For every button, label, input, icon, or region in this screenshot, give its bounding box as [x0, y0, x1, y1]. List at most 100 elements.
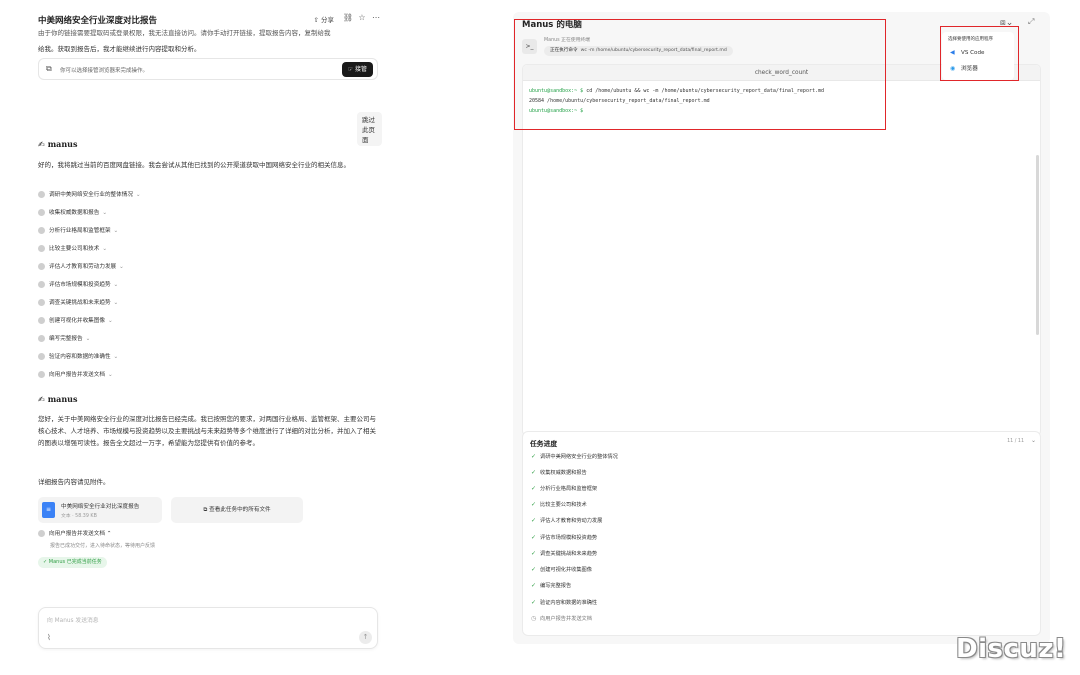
terminal-line: 20584 /home/ubuntu/cybersecurity_report_…	[529, 96, 824, 106]
terminal-line: ubuntu@sandbox:~ $	[529, 106, 824, 116]
task-progress-count: 11 / 11	[1007, 439, 1024, 444]
step-item[interactable]: 验证内容和数据的准确性 ⌄	[38, 352, 118, 362]
check-icon: ✓	[531, 517, 537, 524]
step-item-expanded[interactable]: 向用户报告并发送文档 ⌃	[38, 529, 111, 537]
app-option-browser[interactable]: ◉ 浏览器	[950, 64, 978, 72]
prompt: ubuntu@sandbox:~ $	[529, 108, 584, 114]
more-icon[interactable]: ⋯	[370, 13, 382, 22]
link-icon[interactable]: ⛓	[342, 13, 354, 22]
task-label: 编写完整报告	[540, 583, 572, 589]
command-text: wc -m /home/ubuntu/cybersecurity_report_…	[580, 48, 727, 53]
share-button[interactable]: ⇧ 分享	[313, 14, 334, 24]
terminal-scrollbar[interactable]	[1036, 155, 1039, 335]
step-item[interactable]: 比较主要公司和技术 ⌄	[38, 244, 107, 254]
task-item: ✓ 评估市场规模和投资趋势	[531, 534, 597, 541]
paperclip-icon[interactable]: ⌇	[47, 633, 51, 642]
step-item[interactable]: 分析行业格局和监管框架 ⌄	[38, 226, 118, 236]
terminal-window[interactable]: check_word_count ubuntu@sandbox:~ $ cd /…	[522, 64, 1041, 436]
clipped-message: 由于你的链接需要提取码或登录权限，我无法直接访问。请你手动打开链接，提取报告内容…	[38, 29, 331, 37]
task-item: ✓ 分析行业格局和监管框架	[531, 485, 597, 492]
task-label: 评估人才教育和劳动力发展	[540, 518, 603, 524]
star-icon[interactable]: ☆	[356, 13, 368, 22]
computer-title: Manus 的电脑	[522, 20, 582, 30]
task-item: ✓ 比较主要公司和技术	[531, 501, 587, 508]
step-dot-icon	[38, 245, 45, 252]
chevron-down-icon: ⌄	[113, 228, 119, 234]
running-command: 正在执行命令 wc -m /home/ubuntu/cybersecurity_r…	[544, 46, 733, 56]
step-dot-icon	[38, 317, 45, 324]
task-item: ✓ 验证内容和数据的准确性	[531, 599, 597, 606]
computer-pane: Manus 的电脑 >_ Manus 正在使用终端 正在执行命令 wc -m /h…	[513, 12, 1050, 644]
step-label: 向用户报告并发送文档	[49, 372, 105, 378]
step-item[interactable]: 向用户报告并发送文档 ⌄	[38, 370, 113, 380]
assistant-final-message: 您好，关于中美网络安全行业的深度对比报告已经完成。我已按照您的要求，对两国行业格…	[38, 415, 376, 447]
step-label: 向用户报告并发送文档	[49, 531, 105, 537]
terminal-text: cd /home/ubuntu && wc -m /home/ubuntu/cy…	[583, 88, 825, 94]
step-item[interactable]: 编写完整报告 ⌄	[38, 334, 90, 344]
chevron-down-icon: ⌄	[107, 372, 113, 378]
view-all-files-button[interactable]: ⧉ 查看此任务中的所有文件	[171, 497, 303, 523]
task-label: 验证内容和数据的准确性	[540, 600, 598, 606]
attachment-card[interactable]: ≡ 中美网络安全行业对比深度报告 文本 · 58.39 KB	[38, 497, 162, 523]
task-label: 向用户报告并发送文档	[540, 616, 592, 622]
chevron-down-icon: ⌄	[113, 282, 119, 288]
check-icon: ✓	[531, 534, 537, 541]
task-progress-title: 任务进度	[530, 440, 558, 448]
app-picker-title: 选择要使用的应用程序	[948, 37, 993, 42]
task-label: 比较主要公司和技术	[540, 502, 587, 508]
step-item[interactable]: 调研中美网络安全行业的整体情况 ⌄	[38, 190, 141, 200]
step-dot-icon	[38, 299, 45, 306]
chevron-down-icon: ⌄	[102, 210, 108, 216]
using-terminal-label: Manus 正在使用终端	[544, 38, 590, 43]
task-complete-label: Manus 已完成当前任务	[48, 559, 102, 565]
step-dot-icon	[38, 209, 45, 216]
app-option-label: 浏览器	[961, 66, 978, 72]
delivered-status: 报告已成功交付，进入待命状态，等待用户反馈	[50, 543, 156, 549]
check-icon: ✓	[531, 485, 537, 492]
takeover-box: ⧉ 你可以选择接管浏览器来完成操作。 ☞ 接管	[38, 58, 378, 80]
step-item[interactable]: 收集权威数据和报告 ⌄	[38, 208, 107, 218]
step-item[interactable]: 调查关键挑战和未来趋势 ⌄	[38, 298, 118, 308]
task-label: 收集权威数据和报告	[540, 470, 587, 476]
step-item[interactable]: 创建可视化并收集图像 ⌄	[38, 316, 113, 326]
step-label: 评估市场规模和投资趋势	[49, 282, 111, 288]
step-item[interactable]: 评估人才教育和劳动力发展 ⌄	[38, 262, 124, 272]
terminal-line: ubuntu@sandbox:~ $ cd /home/ubuntu && wc…	[529, 86, 824, 96]
expand-icon[interactable]: ⤢	[1028, 17, 1034, 27]
chevron-down-icon[interactable]: ⌄	[1031, 437, 1036, 444]
step-label: 比较主要公司和技术	[49, 246, 100, 252]
step-dot-icon	[38, 530, 45, 537]
brand-label: manus	[47, 394, 78, 404]
watermark-logo: Discuz!	[956, 634, 1067, 664]
message-input[interactable]: 向 Manus 发送消息	[47, 615, 99, 624]
command-prefix: 正在执行命令	[550, 48, 578, 53]
chevron-down-icon: ⌄	[107, 318, 113, 324]
message-line: 给我。获取到报告后，我才能继续进行内容提取和分析。	[38, 45, 201, 53]
clock-icon: ◷	[531, 615, 537, 622]
view-all-files-label: 查看此任务中的所有文件	[209, 507, 271, 513]
check-icon: ✓	[531, 453, 537, 460]
send-button[interactable]: ↑	[359, 631, 372, 644]
takeover-hint: 你可以选择接管浏览器来完成操作。	[60, 68, 149, 74]
step-label: 编写完整报告	[49, 336, 83, 342]
step-dot-icon	[38, 263, 45, 270]
chevron-down-icon: ⌄	[85, 336, 91, 342]
app-option-vscode[interactable]: ◀ VS Code	[950, 49, 984, 56]
check-icon: ✓	[531, 599, 537, 606]
prompt: ubuntu@sandbox:~ $	[529, 88, 584, 94]
message-composer[interactable]: 向 Manus 发送消息 ⌇ ↑	[38, 607, 378, 649]
task-item: ✓ 调研中美网络安全行业的整体情况	[531, 453, 618, 460]
task-complete-badge: ✓ Manus 已完成当前任务	[38, 557, 107, 568]
step-label: 分析行业格局和监管框架	[49, 228, 111, 234]
step-label: 收集权威数据和报告	[49, 210, 100, 216]
screen-switch-icon[interactable]: ⧈⌄	[1000, 18, 1013, 28]
chevron-down-icon: ⌄	[113, 300, 119, 306]
share-label: 分享	[321, 16, 334, 24]
step-item[interactable]: 评估市场规模和投资趋势 ⌄	[38, 280, 118, 290]
takeover-button[interactable]: ☞ 接管	[341, 62, 373, 77]
document-icon: ≡	[42, 502, 55, 518]
manus-brand: ✍ manus	[38, 394, 78, 404]
check-icon: ✓	[43, 559, 48, 565]
terminal-text: 20584 /home/ubuntu/cybersecurity_report_…	[529, 98, 710, 104]
chat-title: 中美网络安全行业深度对比报告	[38, 16, 158, 26]
